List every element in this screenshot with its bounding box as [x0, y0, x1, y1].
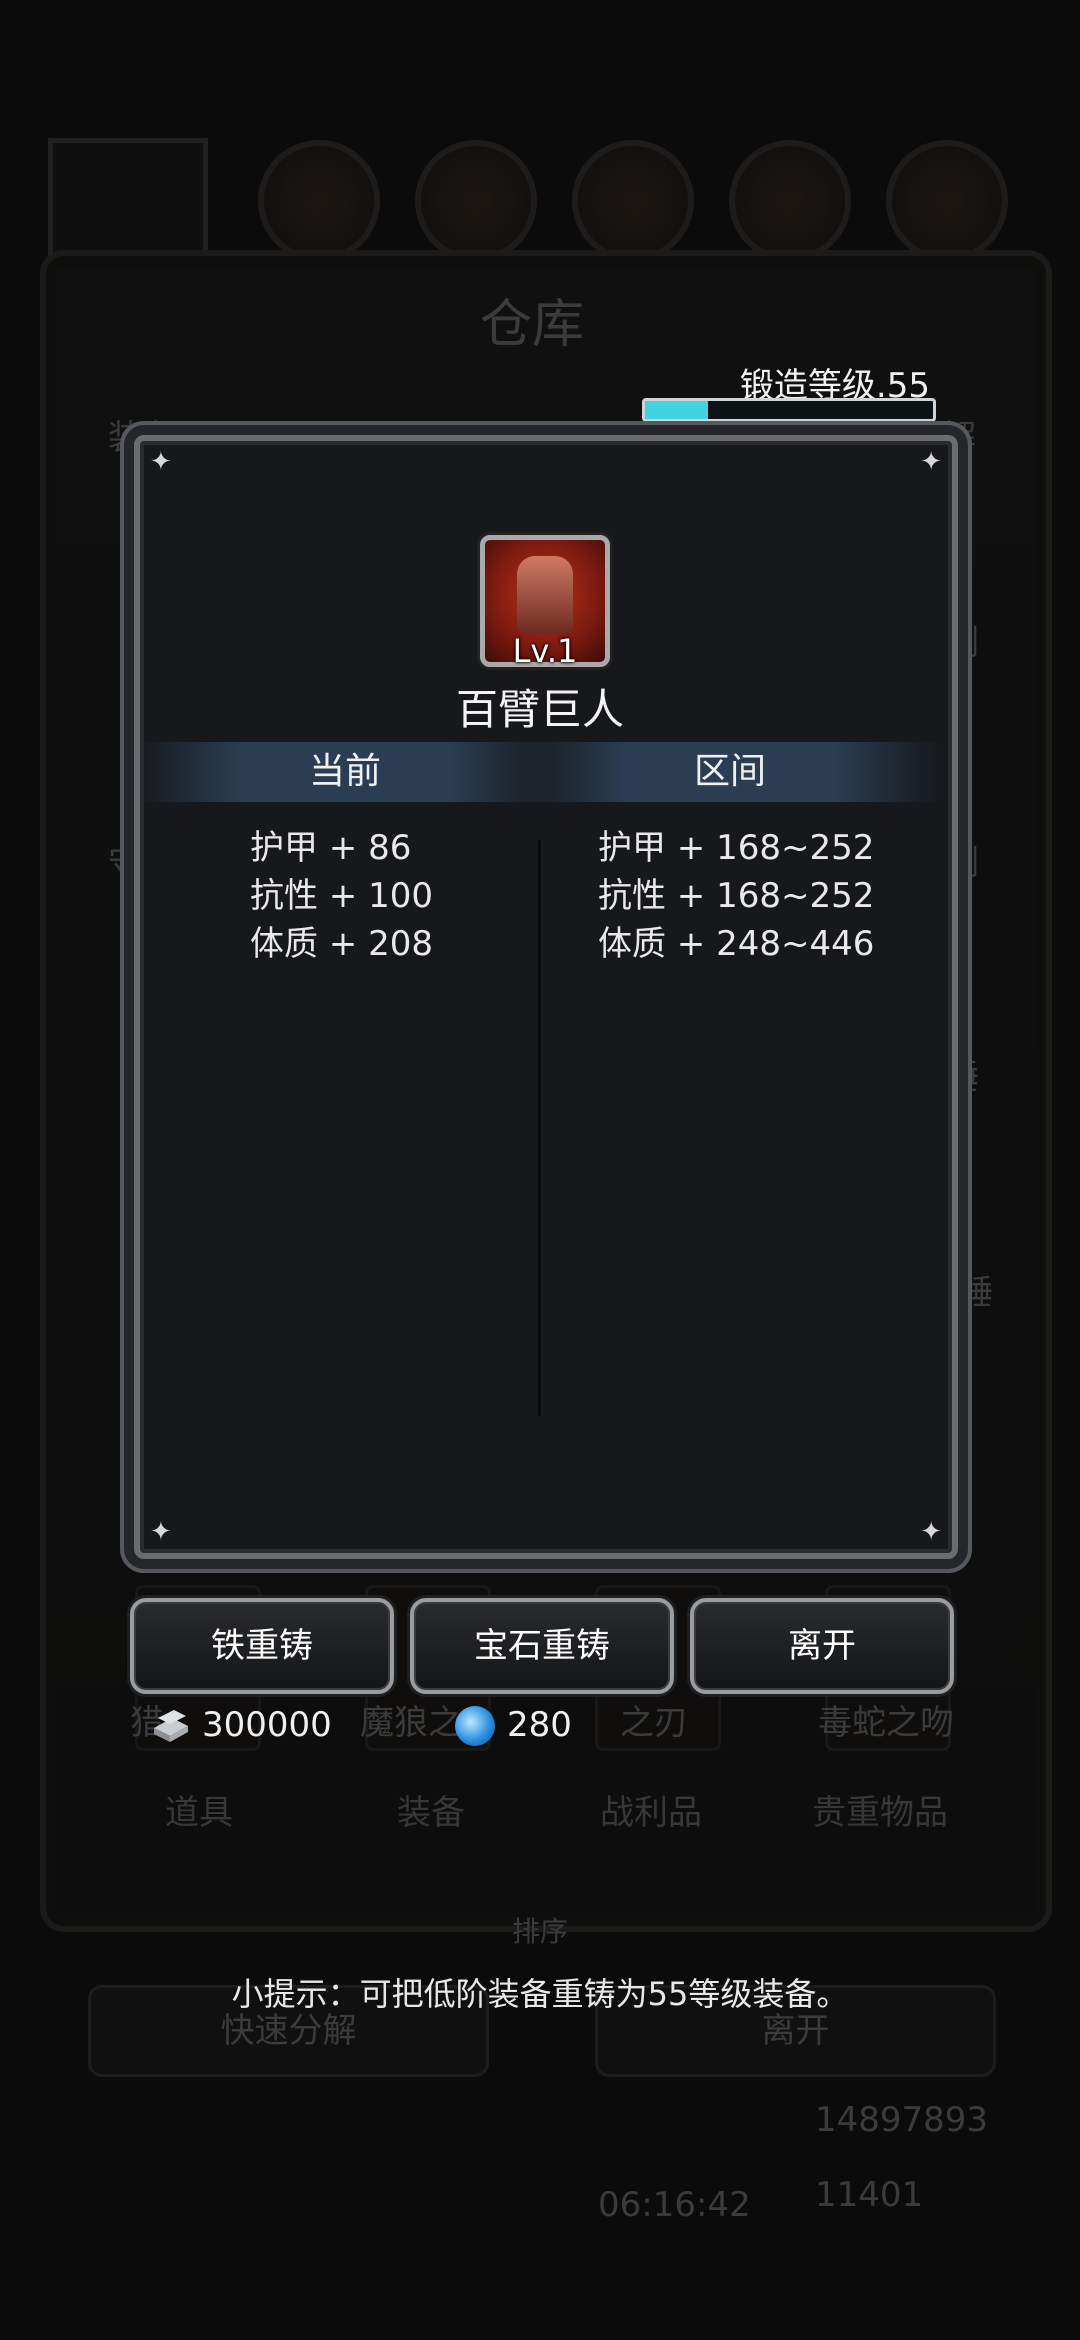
- resource-circle: [415, 140, 537, 262]
- tab-valuables[interactable]: 贵重物品: [812, 1785, 948, 1834]
- range-stat: 体质 + 248~446: [598, 924, 875, 964]
- item-level: Lv.1: [512, 632, 578, 670]
- resource-circle: [258, 140, 380, 262]
- corner-ornament: ✦: [150, 1517, 172, 1547]
- sort-button[interactable]: 排序: [512, 1910, 568, 1950]
- resource-circle: [729, 140, 851, 262]
- corner-ornament: ✦: [920, 447, 942, 477]
- iron-ingot-icon: [154, 1710, 188, 1742]
- gold-count: 14897893: [815, 2100, 989, 2140]
- current-stat: 护甲 + 86: [250, 828, 412, 868]
- item-name: 百臂巨人: [455, 685, 624, 734]
- slot-label: 之刃: [620, 1703, 688, 1743]
- leave-button[interactable]: 离开: [690, 1598, 954, 1694]
- tab-loot[interactable]: 战利品: [600, 1785, 702, 1834]
- corner-ornament: ✦: [920, 1517, 942, 1547]
- slot-label: 魔狼之: [360, 1703, 462, 1743]
- iron-reforge-button[interactable]: 铁重铸: [130, 1598, 394, 1694]
- resource-circle: [886, 140, 1008, 262]
- armor-shape: [517, 556, 573, 634]
- tab-items[interactable]: 道具: [165, 1785, 233, 1834]
- current-stat: 体质 + 208: [250, 924, 433, 964]
- column-divider: [538, 840, 541, 1416]
- range-stat: 抗性 + 168~252: [598, 876, 875, 916]
- timer: 06:16:42: [598, 2185, 751, 2225]
- tip-text: 小提示：可把低阶装备重铸为55等级装备。: [231, 1975, 849, 2013]
- corner-ornament: ✦: [150, 447, 172, 477]
- current-column-header: 当前: [135, 742, 555, 802]
- resource-circle: [572, 140, 694, 262]
- warehouse-title: 仓库: [480, 295, 585, 355]
- range-column-header: 区间: [520, 742, 940, 802]
- iron-amount: 300000: [202, 1705, 332, 1745]
- forge-progress-fill: [645, 401, 709, 419]
- gem-amount: 280: [507, 1705, 572, 1745]
- forge-progress-bar: [642, 398, 936, 422]
- range-stat: 护甲 + 168~252: [598, 828, 875, 868]
- tab-equipment[interactable]: 装备: [397, 1785, 465, 1834]
- gem-count: 11401: [815, 2175, 924, 2215]
- current-stat: 抗性 + 100: [250, 876, 433, 916]
- gem-reforge-button[interactable]: 宝石重铸: [410, 1598, 674, 1694]
- slot-label: 毒蛇之吻: [818, 1703, 954, 1743]
- blue-gem-icon: [455, 1706, 495, 1746]
